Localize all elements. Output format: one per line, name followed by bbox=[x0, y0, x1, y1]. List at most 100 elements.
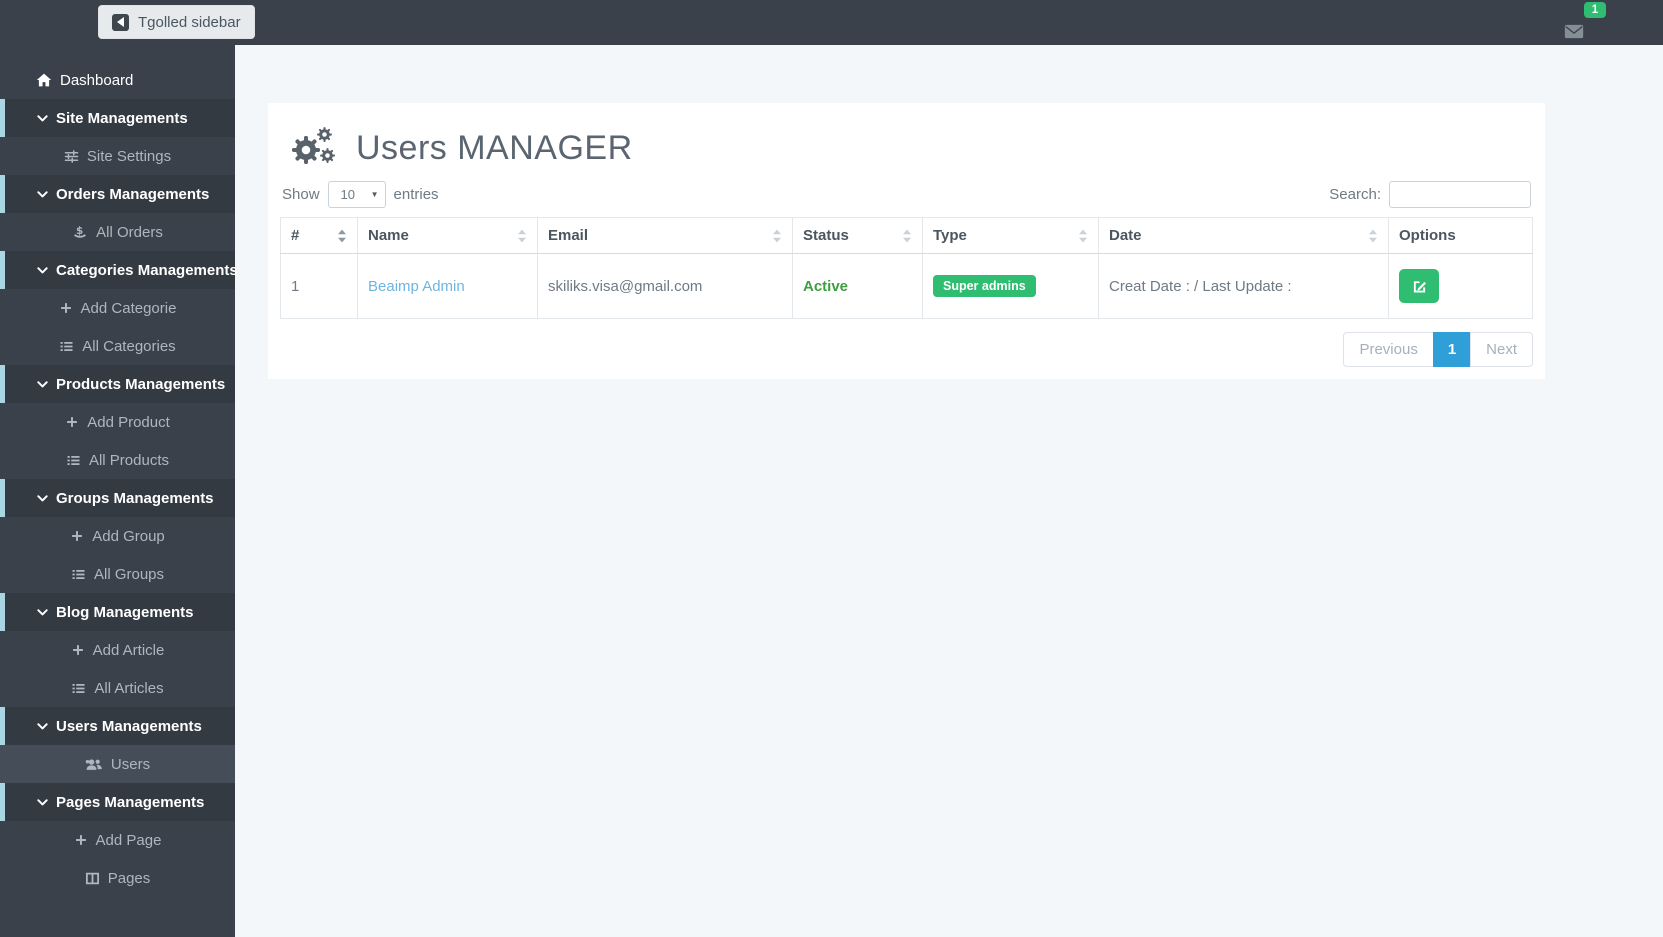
sidebar-item-label: Pages bbox=[107, 869, 151, 887]
sidebar-item-add-categorie[interactable]: Add Categorie bbox=[0, 289, 235, 327]
table-controls: Show 10 ▼ entries Search: bbox=[280, 181, 1533, 208]
sidebar-item-users[interactable]: Users bbox=[0, 745, 235, 783]
sidebar-item-label: Add Group bbox=[92, 527, 165, 545]
list-icon bbox=[71, 681, 86, 696]
sidebar-item-all-articles[interactable]: All Articles bbox=[0, 669, 235, 707]
plus-icon bbox=[71, 643, 85, 657]
type-badge: Super admins bbox=[933, 275, 1036, 297]
sidebar-item-categories-managements[interactable]: Categories Managements bbox=[0, 251, 238, 289]
toggle-sidebar-label: Tgolled sidebar bbox=[138, 13, 241, 31]
user-name-link[interactable]: Beaimp Admin bbox=[368, 278, 465, 295]
sidebar-item-blog-managements[interactable]: Blog Managements bbox=[0, 593, 235, 631]
column-label: Type bbox=[933, 227, 967, 244]
column-header-date[interactable]: Date bbox=[1098, 217, 1389, 254]
toggle-sidebar-button[interactable]: Tgolled sidebar bbox=[98, 5, 255, 39]
sidebar-item-pages-managements[interactable]: Pages Managements bbox=[0, 783, 235, 821]
messages-button[interactable]: 1 bbox=[1564, 2, 1606, 39]
chevron-down-icon bbox=[36, 796, 49, 809]
sidebar-item-all-groups[interactable]: All Groups bbox=[0, 555, 235, 593]
sidebar-item-all-categories[interactable]: All Categories bbox=[0, 327, 235, 365]
sidebar-item-all-orders[interactable]: All Orders bbox=[0, 213, 235, 251]
sidebar-item-pages[interactable]: Pages bbox=[0, 859, 235, 897]
chevron-down-icon bbox=[36, 720, 49, 733]
table-header-row: # Name Email Status Type Date Options bbox=[280, 217, 1533, 254]
search-label: Search: bbox=[1329, 186, 1381, 203]
pagination-next-button[interactable]: Next bbox=[1470, 332, 1533, 367]
chevron-down-icon bbox=[36, 264, 49, 277]
sidebar-item-label: Add Product bbox=[87, 413, 170, 431]
column-header-status[interactable]: Status bbox=[792, 217, 923, 254]
sidebar-item-site-managements[interactable]: Site Managements bbox=[0, 99, 235, 137]
plus-icon bbox=[59, 301, 73, 315]
main-content: Users MANAGER Show 10 ▼ entries Search: bbox=[235, 45, 1663, 937]
sidebar-item-label: All Articles bbox=[94, 679, 164, 697]
sidebar-item-dashboard[interactable]: Dashboard bbox=[0, 61, 235, 99]
column-label: Status bbox=[803, 227, 849, 244]
envelope-icon bbox=[1564, 24, 1584, 39]
column-header-email[interactable]: Email bbox=[537, 217, 793, 254]
topbar: Tgolled sidebar 1 bbox=[0, 0, 1663, 45]
sort-icon bbox=[1368, 228, 1378, 244]
sidebar-item-label: Categories Managements bbox=[56, 261, 238, 279]
pagination-page-1-button[interactable]: 1 bbox=[1432, 332, 1472, 367]
sidebar-item-all-products[interactable]: All Products bbox=[0, 441, 235, 479]
sidebar-item-users-managements[interactable]: Users Managements bbox=[0, 707, 235, 745]
page-size-select[interactable]: 10 ▼ bbox=[327, 181, 386, 208]
page-title: Users MANAGER bbox=[356, 128, 633, 167]
chevron-down-icon bbox=[36, 188, 49, 201]
sidebar-item-label: Blog Managements bbox=[56, 603, 194, 621]
sidebar-item-groups-managements[interactable]: Groups Managements bbox=[0, 479, 235, 517]
sidebar-item-label: Groups Managements bbox=[56, 489, 214, 507]
status-text: Active bbox=[803, 277, 849, 295]
pagination-previous-button[interactable]: Previous bbox=[1343, 332, 1434, 367]
column-header-type[interactable]: Type bbox=[922, 217, 1099, 254]
page-header: Users MANAGER bbox=[280, 125, 1533, 171]
sidebar-item-label: Site Managements bbox=[56, 109, 188, 127]
column-header-options: Options bbox=[1388, 217, 1533, 254]
edit-user-button[interactable] bbox=[1399, 269, 1439, 303]
sidebar-item-label: Add Page bbox=[95, 831, 162, 849]
sidebar-item-label: Dashboard bbox=[60, 71, 134, 89]
list-icon bbox=[71, 567, 86, 582]
users-icon bbox=[85, 757, 103, 772]
sidebar-item-label: All Orders bbox=[96, 223, 163, 241]
money-icon bbox=[72, 224, 88, 240]
chevron-down-icon bbox=[36, 112, 49, 125]
page-size-value: 10 bbox=[340, 187, 355, 202]
column-header-name[interactable]: Name bbox=[357, 217, 538, 254]
sidebar-item-add-group[interactable]: Add Group bbox=[0, 517, 235, 555]
sidebar-item-add-article[interactable]: Add Article bbox=[0, 631, 235, 669]
search-control: Search: bbox=[1329, 181, 1531, 208]
chevron-down-icon bbox=[36, 606, 49, 619]
sidebar-item-add-page[interactable]: Add Page bbox=[0, 821, 235, 859]
chevron-down-icon bbox=[36, 492, 49, 505]
cell-date: Creat Date : / Last Update : bbox=[1098, 253, 1389, 319]
sidebar-item-products-managements[interactable]: Products Managements bbox=[0, 365, 235, 403]
show-label: Show bbox=[282, 186, 320, 203]
sidebar-item-label: Orders Managements bbox=[56, 185, 210, 203]
sort-icon bbox=[337, 228, 347, 244]
home-icon bbox=[36, 72, 52, 88]
chevron-down-icon bbox=[36, 378, 49, 391]
sort-icon bbox=[772, 228, 782, 244]
caret-square-left-icon bbox=[112, 13, 129, 31]
sidebar-item-label: All Products bbox=[88, 451, 170, 469]
sliders-icon bbox=[64, 149, 79, 164]
plus-icon bbox=[70, 529, 84, 543]
sidebar-item-orders-managements[interactable]: Orders Managements bbox=[0, 175, 235, 213]
entries-label: entries bbox=[393, 186, 439, 203]
column-label: Date bbox=[1109, 227, 1142, 244]
column-header-index[interactable]: # bbox=[280, 217, 358, 254]
column-label: Name bbox=[368, 227, 409, 244]
search-input[interactable] bbox=[1389, 181, 1531, 208]
sort-icon bbox=[1078, 228, 1088, 244]
list-icon bbox=[66, 453, 81, 468]
cell-index: 1 bbox=[280, 253, 358, 319]
users-manager-card: Users MANAGER Show 10 ▼ entries Search: bbox=[268, 103, 1545, 379]
table-row: 1 Beaimp Admin skiliks.visa@gmail.com Ac… bbox=[280, 253, 1533, 319]
sidebar-item-site-settings[interactable]: Site Settings bbox=[0, 137, 235, 175]
sidebar-item-label: Site Settings bbox=[86, 147, 172, 165]
cell-email: skiliks.visa@gmail.com bbox=[537, 253, 793, 319]
users-table: # Name Email Status Type Date Options 1 … bbox=[280, 217, 1533, 319]
sidebar-item-add-product[interactable]: Add Product bbox=[0, 403, 235, 441]
